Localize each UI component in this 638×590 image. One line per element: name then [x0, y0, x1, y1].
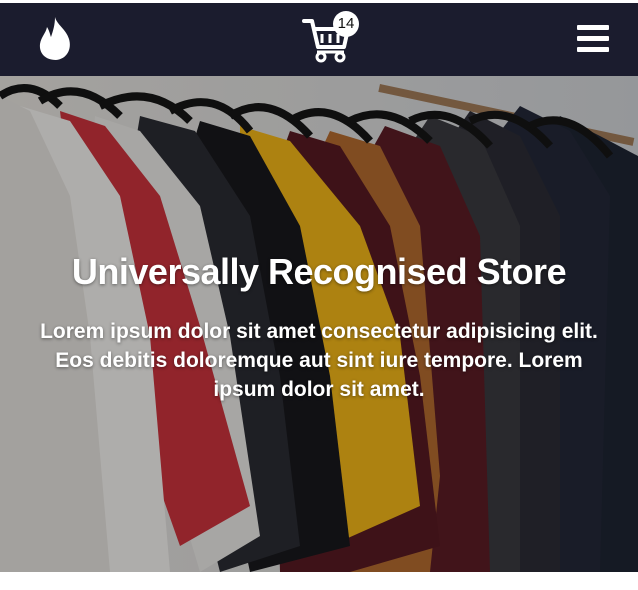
hero-section: Universally Recognised Store Lorem ipsum… [0, 76, 638, 572]
hamburger-menu-icon[interactable] [577, 25, 609, 53]
hero-title: Universally Recognised Store [71, 251, 567, 292]
page-content-edge [0, 572, 638, 590]
flame-icon[interactable] [36, 15, 76, 63]
menu-bar [577, 25, 609, 30]
navbar: 14 [0, 3, 638, 76]
cart-count-badge: 14 [333, 11, 359, 37]
hero-description: Lorem ipsum dolor sit amet consectetur a… [40, 320, 598, 401]
menu-bar [577, 36, 609, 41]
menu-bar [577, 47, 609, 52]
